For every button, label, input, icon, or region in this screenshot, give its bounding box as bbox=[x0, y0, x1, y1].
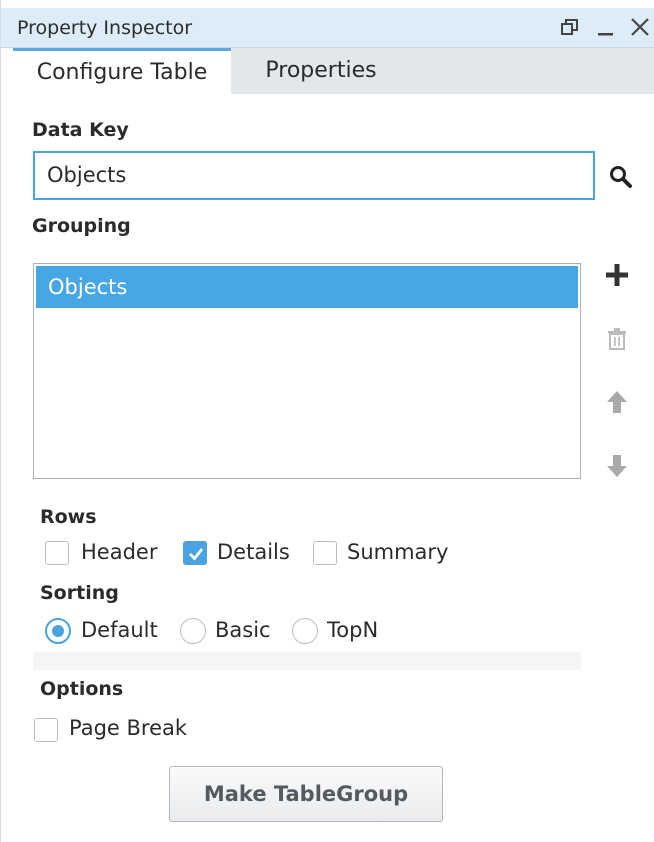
grouping-list[interactable]: Objects bbox=[33, 263, 581, 479]
options-label: Options bbox=[40, 678, 124, 700]
header-checkbox-label: Header bbox=[81, 540, 158, 564]
delete-icon[interactable] bbox=[605, 326, 629, 352]
tab-strip: Configure Table Properties bbox=[13, 48, 654, 94]
move-up-icon[interactable] bbox=[605, 389, 629, 415]
tab-properties[interactable]: Properties bbox=[231, 48, 411, 94]
default-radio-label: Default bbox=[81, 618, 158, 642]
data-key-input[interactable]: Objects bbox=[33, 151, 595, 200]
basic-radio[interactable] bbox=[180, 618, 206, 644]
add-icon[interactable] bbox=[603, 261, 631, 289]
list-item[interactable]: Objects bbox=[36, 266, 578, 308]
property-inspector-panel: Property Inspector Configure Table Prope… bbox=[0, 0, 654, 842]
search-icon[interactable] bbox=[607, 163, 635, 191]
close-icon[interactable] bbox=[629, 16, 651, 38]
header-checkbox[interactable] bbox=[45, 541, 69, 565]
section-divider bbox=[33, 652, 581, 670]
tab-configure-table[interactable]: Configure Table bbox=[13, 48, 231, 94]
summary-checkbox[interactable] bbox=[313, 541, 337, 565]
checkmark-icon bbox=[189, 548, 204, 561]
topn-radio-label: TopN bbox=[327, 618, 379, 642]
default-radio[interactable] bbox=[45, 618, 71, 644]
rows-label: Rows bbox=[40, 506, 97, 528]
page-break-checkbox[interactable] bbox=[34, 718, 58, 742]
sorting-label: Sorting bbox=[40, 582, 119, 604]
make-tablegroup-button[interactable]: Make TableGroup bbox=[169, 766, 443, 822]
details-checkbox[interactable] bbox=[183, 541, 207, 565]
grouping-label: Grouping bbox=[32, 215, 131, 237]
topn-radio[interactable] bbox=[292, 618, 318, 644]
restore-icon[interactable] bbox=[559, 16, 581, 38]
data-key-label: Data Key bbox=[32, 119, 129, 141]
basic-radio-label: Basic bbox=[215, 618, 271, 642]
move-down-icon[interactable] bbox=[605, 453, 629, 479]
page-break-label: Page Break bbox=[69, 716, 188, 740]
details-checkbox-label: Details bbox=[217, 540, 290, 564]
window-title: Property Inspector bbox=[17, 17, 193, 39]
title-bar: Property Inspector bbox=[1, 8, 654, 48]
summary-checkbox-label: Summary bbox=[347, 540, 449, 564]
minimize-icon[interactable] bbox=[595, 16, 617, 38]
